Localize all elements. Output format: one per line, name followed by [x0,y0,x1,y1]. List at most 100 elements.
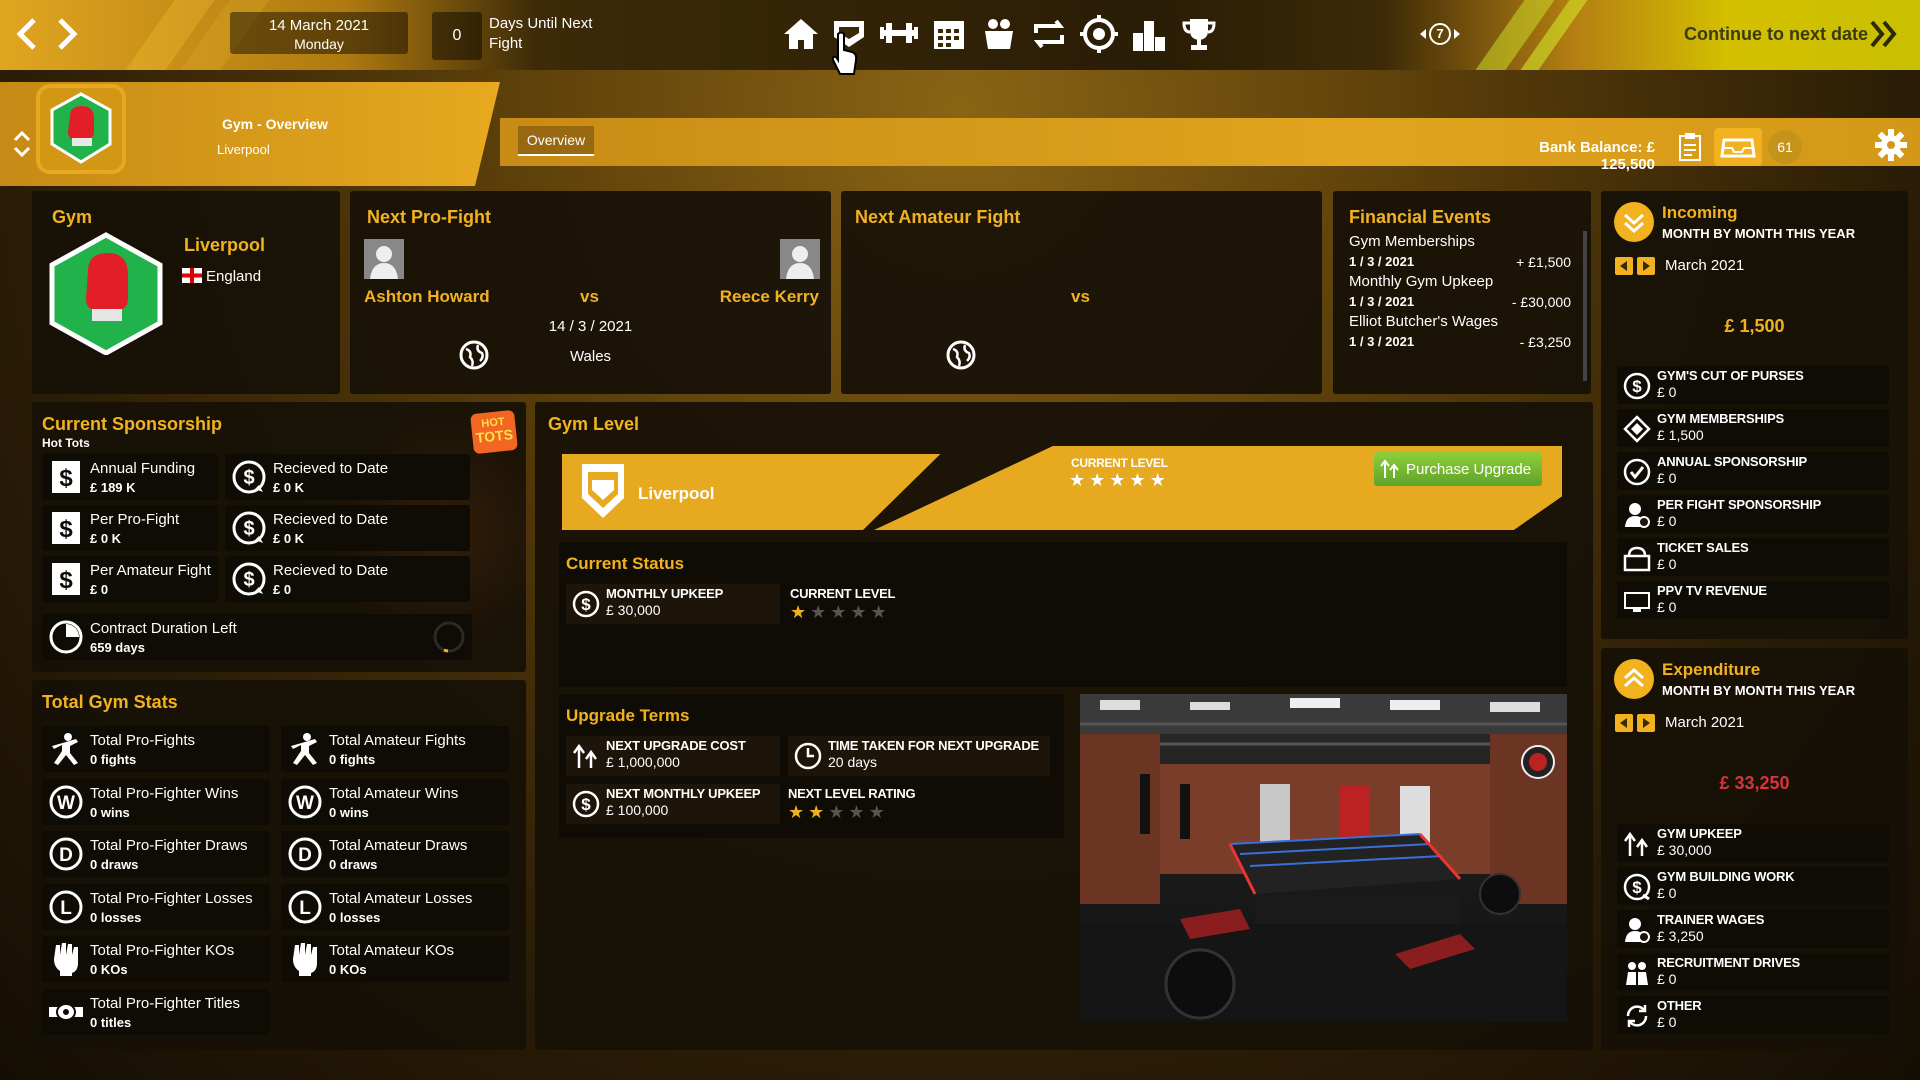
stat-item: W Total Pro-Fighter Wins 0 wins [42,778,270,825]
incoming-item: $ GYM'S CUt OF PURSES £ 0 [1617,366,1889,404]
banner-level-stars: ★ ★ ★ ★ ★ [1069,470,1170,491]
expenditure-item-label: GYM BUILDING WORK [1657,869,1795,884]
upgrade-arrows-icon [1623,830,1651,858]
incoming-item-value: £ 1,500 [1657,427,1704,443]
calendar-icon[interactable] [930,15,968,53]
expenditure-prev-month[interactable] [1615,714,1633,732]
incoming-item-label: ANNUAL SPONSORSHIP [1657,454,1808,469]
settings-gear-icon[interactable] [1874,128,1908,162]
stat-value: 0 draws [90,857,139,872]
w-circle-icon: W [48,784,84,820]
fighters-icon[interactable] [980,15,1018,53]
financial-event-item[interactable]: Elliot Butcher's Wages 1 / 3 / 2021- £3,2… [1349,313,1571,353]
fighter-a-name[interactable]: Ashton Howard [364,287,490,307]
stat-label: Total Pro-Fighter Titles [90,994,241,1012]
forward-arrow-icon[interactable] [54,16,82,52]
banner-gym-name: Liverpool [638,484,715,503]
continue-button[interactable]: Continue to next date [1640,14,1920,54]
next-amateur-fight-panel: Next Amateur Fight vs [841,191,1322,394]
current-status-title: Current Status [566,554,685,573]
rankings-icon[interactable] [1130,15,1168,53]
tab-overview[interactable]: Overview [518,126,594,156]
expenditure-item: $ GYM BUILDING WORK £ 0 [1617,867,1889,905]
gym-badge-icon [44,231,168,355]
dollar-return-icon: $ [231,510,267,546]
financial-event-item[interactable]: Gym Memberships 1 / 3 / 2021 + £1,500 [1349,233,1571,273]
incoming-item: TICKET SALES £ 0 [1617,538,1889,576]
sponsorship-title: Current Sponsorship [42,414,223,434]
next-monthly-upkeep-label: NEXT MONTHLY UPKEEP [606,786,761,801]
monthly-upkeep-cell: $ MONTHLY UPKEEP £ 30,000 [566,584,780,624]
globe-icon [458,339,490,371]
incoming-next-month[interactable] [1637,257,1655,275]
gym-city: Liverpool [184,235,266,255]
sponsorship-item-label: Recieved to Date [273,511,389,528]
svg-text:L: L [299,898,311,919]
expenditure-title: Expenditure [1662,660,1761,679]
pro-fight-date: 14 / 3 / 2021 [548,318,633,335]
upgrade-time-label: TIME TAKEN FOR NEXT UPGRADE [828,738,1040,753]
timer-icon [794,742,822,770]
purchase-upgrade-button[interactable]: Purchase Upgrade [1374,452,1542,486]
inbox-count[interactable]: 61 [1768,130,1802,164]
stat-item: L Total Amateur Losses 0 losses [281,883,509,930]
globe-icon [945,339,977,371]
sponsorship-item: $ Per Pro-Fight £ 0 K [42,505,218,551]
incoming-panel: Incoming MONTH BY MONTH THIS YEAR March … [1601,191,1908,639]
bank-balance: Bank Balance: £ 125,500 [1539,139,1655,173]
scroll-arrows-icon[interactable] [12,130,32,158]
fighter-b-avatar[interactable] [780,239,820,279]
home-icon[interactable] [782,15,820,53]
current-date: 14 March 2021 Monday [230,12,408,54]
status-level-label: CURRENT LEVEL [790,586,896,601]
sponsorship-item-label: Per Pro-Fight [90,511,180,528]
svg-text:$: $ [59,567,73,594]
fighter-a-avatar[interactable] [364,239,404,279]
sponsorship-item-value: £ 0 [90,582,109,597]
incoming-item-value: £ 0 [1657,513,1677,529]
stat-value: 0 titles [90,1014,132,1030]
expenditure-month: March 2021 [1665,714,1745,731]
expenditure-next-month[interactable] [1637,714,1655,732]
star-icon: ★ [868,802,885,822]
fighter-b-name[interactable]: Reece Kerry [720,287,819,307]
building-dollar-icon: $ [1623,873,1651,901]
star-icon: ★ [828,802,845,822]
incoming-prev-month[interactable] [1615,257,1633,275]
notification-badge[interactable]: 7 [1418,22,1462,46]
double-chevron-icon [1868,18,1900,50]
incoming-item-value: £ 0 [1657,470,1677,486]
trophy-icon[interactable] [1180,15,1218,53]
ticket-icon [1623,544,1651,572]
incoming-month: March 2021 [1665,257,1745,274]
days-until-count: 0 [432,12,482,60]
svg-text:W: W [57,793,75,814]
date-text: 14 March 2021 [268,17,370,34]
next-pro-fight-panel: Next Pro-Fight Ashton Howard vs Reece Ke… [350,191,831,394]
expenditure-total: £ 33,250 [1719,773,1790,793]
financial-events-scrollbar[interactable] [1583,231,1587,381]
expenditure-item: RECRUITMENT DRIVES £ 0 [1617,953,1889,991]
inbox-icon[interactable] [1714,128,1762,166]
amateur-fight-title: Next Amateur Fight [855,207,1021,227]
gym-interior-image [1080,694,1567,1022]
scouting-icon[interactable] [1080,15,1118,53]
financial-event-amount: - £3,250 [1519,334,1571,350]
financial-event-item[interactable]: Monthly Gym Upkeep 1 / 3 / 2021- £30,000 [1349,273,1571,313]
svg-text:$: $ [581,595,591,614]
upgrade-terms-box: Upgrade Terms NEXT UPGRADE COST £ 1,000,… [559,694,1064,838]
gym-level-banner: Liverpool CURRENT LEVEL ★ ★ ★ ★ ★ Purchase U… [562,446,1562,530]
sponsorship-item: $ Recieved to Date £ 0 [225,556,470,602]
days-until-label: Days Until Next Fight [489,14,592,54]
gym-level-title: Gym Level [548,414,640,434]
training-icon[interactable] [880,15,918,53]
financial-event-amount: + £1,500 [1516,254,1571,270]
back-arrow-icon[interactable] [12,16,40,52]
star-icon: ★ [808,802,825,822]
transfer-icon[interactable] [1030,15,1068,53]
stat-item: W Total Amateur Wins 0 wins [281,778,509,825]
clipboard-icon[interactable] [1677,132,1703,162]
star-icon: ★ [810,602,827,622]
stat-value: 0 fights [90,752,137,767]
cycle-icon [1623,1002,1651,1030]
